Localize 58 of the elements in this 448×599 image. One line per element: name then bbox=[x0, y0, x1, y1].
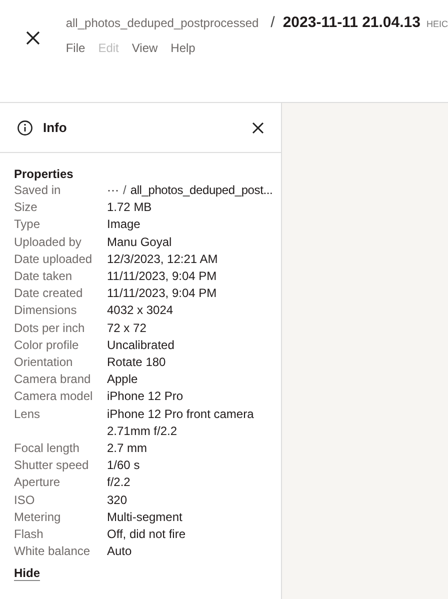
property-label: Camera brand bbox=[14, 371, 92, 388]
property-value: iPhone 12 Pro bbox=[107, 388, 184, 406]
menu-item[interactable]: View bbox=[132, 41, 158, 55]
property-label: Lens bbox=[14, 406, 42, 423]
path-separator: / bbox=[123, 182, 126, 199]
folder-link[interactable]: all_photos_deduped_postprocessed bbox=[66, 16, 259, 30]
menu-item[interactable]: Help bbox=[170, 41, 196, 55]
folder-link[interactable]: all_photos_deduped_post... bbox=[130, 182, 273, 200]
property-value: 2.7 mm bbox=[107, 440, 148, 458]
file-extension: HEIC bbox=[426, 19, 448, 29]
property-label: Dots per inch bbox=[14, 320, 86, 337]
property-value: 12/3/2023, 12:21 AM bbox=[107, 250, 219, 268]
property-value: 1.72 MB bbox=[107, 199, 153, 216]
property-value: 1/60 s bbox=[107, 457, 141, 474]
property-label: Saved in bbox=[14, 182, 62, 199]
property-value: Multi-segment bbox=[107, 508, 184, 526]
property-label: Uploaded by bbox=[14, 234, 82, 251]
close-button[interactable] bbox=[252, 122, 264, 134]
property-value: Off, did not fire bbox=[107, 526, 186, 544]
property-value: 320 bbox=[107, 492, 128, 509]
property-value: Apple bbox=[107, 371, 139, 388]
panel-title: Info bbox=[43, 120, 68, 135]
close-icon bbox=[26, 31, 40, 45]
property-value: iPhone 12 Pro front camera 2.71mm f/2.2 bbox=[107, 406, 255, 440]
path-separator: / bbox=[270, 14, 275, 31]
section-heading: Properties bbox=[14, 167, 74, 181]
file-title: 2023-11-11 21.04.13 bbox=[282, 14, 420, 31]
property-value: Uncalibrated bbox=[107, 336, 176, 354]
info-icon bbox=[17, 120, 33, 136]
property-label: White balance bbox=[14, 543, 92, 560]
property-label: Dimensions bbox=[14, 302, 78, 320]
property-value: Image bbox=[107, 216, 142, 234]
property-value: Auto bbox=[107, 543, 133, 560]
property-value: Rotate 180 bbox=[107, 354, 167, 372]
property-label: Orientation bbox=[14, 354, 74, 372]
property-label: Date taken bbox=[14, 268, 74, 286]
property-label: Date uploaded bbox=[14, 250, 94, 268]
property-label: ISO bbox=[14, 492, 36, 509]
close-icon bbox=[252, 122, 264, 134]
property-value: Manu Goyal bbox=[107, 234, 173, 251]
property-label: Aperture bbox=[14, 474, 62, 492]
property-label: Focal length bbox=[14, 440, 80, 458]
property-value: 11/11/2023, 9:04 PM bbox=[107, 268, 218, 286]
property-label: Shutter speed bbox=[14, 457, 90, 474]
hide-link[interactable]: Hide bbox=[14, 566, 40, 582]
property-label: Camera model bbox=[14, 388, 94, 406]
property-value: 72 x 72 bbox=[107, 320, 148, 337]
property-value: 11/11/2023, 9:04 PM bbox=[107, 285, 218, 302]
property-value: f/2.2 bbox=[107, 474, 132, 492]
property-label: Date created bbox=[14, 285, 84, 302]
property-value: 4032 x 3024 bbox=[107, 302, 174, 320]
more-button[interactable]: ··· bbox=[107, 182, 119, 200]
menu-item[interactable]: File bbox=[66, 41, 86, 55]
property-label: Type bbox=[14, 216, 42, 234]
property-label: Flash bbox=[14, 526, 44, 544]
property-label: Metering bbox=[14, 508, 62, 526]
property-label: Color profile bbox=[14, 336, 80, 354]
property-label: Size bbox=[14, 199, 38, 216]
